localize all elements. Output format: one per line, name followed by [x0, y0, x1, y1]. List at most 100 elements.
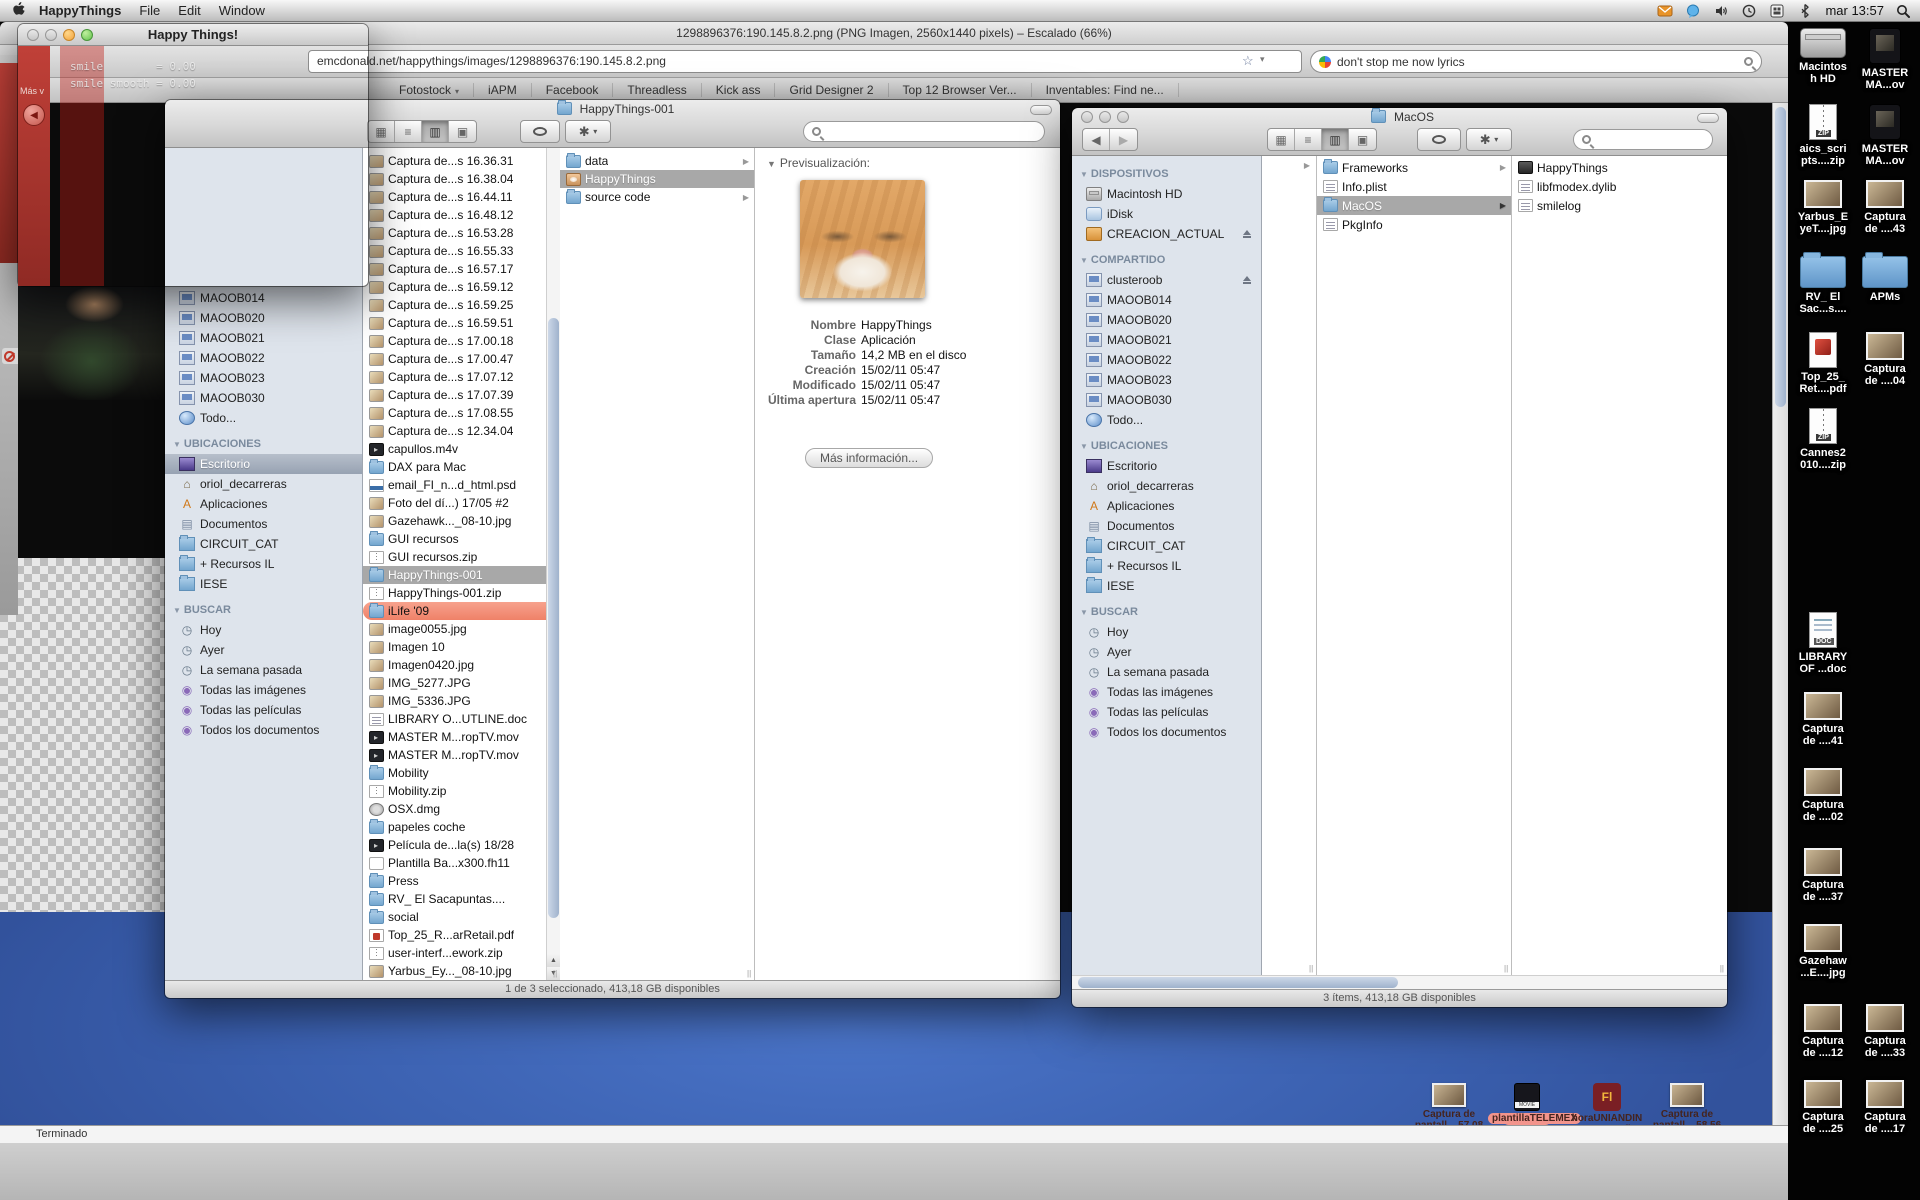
desktop-icon-master-ma-ov[interactable]: MASTERMA...ov	[1854, 28, 1916, 91]
back-button[interactable]: ◀	[23, 104, 45, 126]
input-menu-icon[interactable]	[1769, 3, 1785, 19]
file-img-5277-jpg[interactable]: IMG_5277.JPG	[363, 674, 559, 692]
list-view-button[interactable]: ≡	[1295, 129, 1322, 150]
sidebar-item-maoob021[interactable]: MAOOB021	[1072, 330, 1261, 350]
sidebar-item-creacion-actual[interactable]: CREACION_ACTUAL	[1072, 224, 1261, 244]
desktop-icon-aics-scri-pts-zip[interactable]: aics_scripts....zip	[1792, 104, 1854, 167]
file-gui-recursos-zip[interactable]: GUI recursos.zip	[363, 548, 559, 566]
file-plantilla-ba-x300-fh11[interactable]: Plantilla Ba...x300.fh11	[363, 854, 559, 872]
sidebar-item-recursos-il[interactable]: + Recursos IL	[165, 554, 362, 574]
file-master-m-roptv-mov[interactable]: MASTER M...ropTV.mov	[363, 746, 559, 764]
sidebar-item-clusteroob[interactable]: clusteroob	[1072, 270, 1261, 290]
file-captura-de-s-12-34-04[interactable]: Captura de...s 12.34.04	[363, 422, 559, 440]
mail-icon[interactable]	[1657, 3, 1673, 19]
sidebar-item-hoy[interactable]: ◷Hoy	[165, 620, 362, 640]
file-captura-de-s-17-08-55[interactable]: Captura de...s 17.08.55	[363, 404, 559, 422]
file-yarbus-ey-08-10-jpg[interactable]: Yarbus_Ey..._08-10.jpg	[363, 962, 559, 980]
desktop-icon-master-ma-ov[interactable]: MASTERMA...ov	[1854, 104, 1916, 167]
icon-view-button[interactable]: ▦	[1268, 129, 1295, 150]
sidebar-item-iese[interactable]: IESE	[165, 574, 362, 594]
sidebar-item-todas-las-pel-culas[interactable]: ◉Todas las películas	[165, 700, 362, 720]
desktop-icon-captura-de-17[interactable]: Capturade ....17	[1854, 1080, 1916, 1135]
sidebar-item-escritorio[interactable]: Escritorio	[1072, 456, 1261, 476]
file-mobility-zip[interactable]: Mobility.zip	[363, 782, 559, 800]
view-switcher[interactable]: ▦ ≡ ▥ ▣	[1267, 128, 1377, 151]
file-capullos-m4v[interactable]: capullos.m4v	[363, 440, 559, 458]
action-menu-button[interactable]: ✱ ▾	[565, 120, 611, 143]
file-macos[interactable]: MacOS▶	[1317, 196, 1511, 215]
desktop-icon-apms[interactable]: APMs	[1854, 256, 1916, 303]
desktop-icon-yarbus-e-yet-jpg[interactable]: Yarbus_EyeT....jpg	[1792, 180, 1854, 235]
desktop-icon-library-of-doc[interactable]: LIBRARYOF ...doc	[1792, 612, 1854, 675]
bookmark-facebook[interactable]: Facebook	[532, 83, 614, 97]
forward-button[interactable]: ▶	[1110, 129, 1137, 150]
back-button[interactable]: ◀	[1083, 129, 1110, 150]
bookmark-grid-designer-2[interactable]: Grid Designer 2	[775, 83, 888, 97]
desktop-icon-top-25-ret-pdf[interactable]: Top_25_Ret....pdf	[1792, 332, 1854, 395]
sidebar-item-iese[interactable]: IESE	[1072, 576, 1261, 596]
desktop-icon-captura-de-25[interactable]: Capturade ....25	[1792, 1080, 1854, 1135]
file-library-o-utline-doc[interactable]: LIBRARY O...UTLINE.doc	[363, 710, 559, 728]
sidebar-item-maoob022[interactable]: MAOOB022	[1072, 350, 1261, 370]
file-source-code[interactable]: source code▶	[560, 188, 754, 206]
file-captura-de-s-17-07-12[interactable]: Captura de...s 17.07.12	[363, 368, 559, 386]
sidebar-item-todas-las-pel-culas[interactable]: ◉Todas las películas	[1072, 702, 1261, 722]
file-gui-recursos[interactable]: GUI recursos▶	[363, 530, 559, 548]
history-buttons[interactable]: ◀ ▶	[1082, 128, 1138, 151]
sidebar-item-oriol-decarreras[interactable]: ⌂oriol_decarreras	[1072, 476, 1261, 496]
file-libfmodex-dylib[interactable]: libfmodex.dylib	[1512, 177, 1727, 196]
finder2-horizontal-scrollbar[interactable]	[1072, 975, 1727, 989]
files-scrollbar[interactable]: ▲ ▼	[546, 148, 560, 980]
sidebar-item-maoob022[interactable]: MAOOB022	[165, 348, 362, 368]
webcam-titlebar[interactable]: Happy Things!	[18, 24, 368, 46]
url-dropdown-icon[interactable]: ▾	[1260, 54, 1265, 65]
file-captura-de-s-16-53-28[interactable]: Captura de...s 16.53.28	[363, 224, 559, 242]
file-captura-de-s-16-38-04[interactable]: Captura de...s 16.38.04	[363, 170, 559, 188]
window-controls[interactable]	[27, 29, 93, 41]
desktop-icon-gazehaw-e-jpg[interactable]: Gazehaw...E....jpg	[1792, 924, 1854, 979]
file-captura-de-s-16-44-11[interactable]: Captura de...s 16.44.11	[363, 188, 559, 206]
scrollbar-thumb[interactable]	[1775, 107, 1786, 407]
sidebar-item-la-semana-pasada[interactable]: ◷La semana pasada	[165, 660, 362, 680]
sidebar-item-todos-los-documentos[interactable]: ◉Todos los documentos	[165, 720, 362, 740]
sidebar-item-maoob023[interactable]: MAOOB023	[165, 368, 362, 388]
file-happythings[interactable]: HappyThings	[560, 170, 754, 188]
file-captura-de-s-16-48-12[interactable]: Captura de...s 16.48.12	[363, 206, 559, 224]
coverflow-view-button[interactable]: ▣	[449, 121, 476, 142]
close-button[interactable]	[1081, 111, 1093, 123]
file-happythings[interactable]: HappyThings	[1512, 158, 1727, 177]
desktop-icon-captura-de-43[interactable]: Capturade ....43	[1854, 180, 1916, 235]
sidebar-item-maoob021[interactable]: MAOOB021	[165, 328, 362, 348]
action-menu-button[interactable]: ✱ ▾	[1466, 128, 1512, 151]
file-image0055-jpg[interactable]: image0055.jpg	[363, 620, 559, 638]
finder1-search-field[interactable]	[803, 121, 1045, 142]
more-info-button[interactable]: Más información...	[805, 448, 933, 468]
quicklook-button[interactable]	[520, 120, 560, 143]
zoom-button[interactable]	[81, 29, 93, 41]
sidebar-item-hoy[interactable]: ◷Hoy	[1072, 622, 1261, 642]
sidebar-item-ayer[interactable]: ◷Ayer	[165, 640, 362, 660]
file-imagen-10[interactable]: Imagen 10	[363, 638, 559, 656]
active-app-menu[interactable]: HappyThings	[39, 3, 121, 18]
scroll-up-arrow[interactable]: ▲	[547, 954, 560, 967]
file-happythings-001[interactable]: HappyThings-001▶	[363, 566, 559, 584]
list-view-button[interactable]: ≡	[395, 121, 422, 142]
file-social[interactable]: social▶	[363, 908, 559, 926]
file-foto-del-d-17-05-2[interactable]: Foto del dí...) 17/05 #2	[363, 494, 559, 512]
file-imagen0420-jpg[interactable]: Imagen0420.jpg	[363, 656, 559, 674]
menu-file[interactable]: File	[139, 3, 160, 18]
sidebar-item-todas-las-im-genes[interactable]: ◉Todas las imágenes	[165, 680, 362, 700]
file-frameworks[interactable]: Frameworks▶	[1317, 158, 1511, 177]
bookmark-threadless[interactable]: Threadless	[613, 83, 701, 97]
file-gazehawk-08-10-jpg[interactable]: Gazehawk..._08-10.jpg	[363, 512, 559, 530]
close-button[interactable]	[27, 29, 39, 41]
sidebar-item-macintosh-hd[interactable]: Macintosh HD	[1072, 184, 1261, 204]
sidebar-item-todas-las-im-genes[interactable]: ◉Todas las imágenes	[1072, 682, 1261, 702]
sidebar-item-documentos[interactable]: ▤Documentos	[1072, 516, 1261, 536]
sidebar-item-maoob020[interactable]: MAOOB020	[165, 308, 362, 328]
scrollbar-thumb[interactable]	[548, 318, 559, 918]
minimize-button[interactable]	[63, 29, 75, 41]
file-email-fi-n-d-html-psd[interactable]: email_FI_n...d_html.psd	[363, 476, 559, 494]
column-view-button[interactable]: ▥	[422, 121, 449, 142]
column-view-button[interactable]: ▥	[1322, 129, 1349, 150]
